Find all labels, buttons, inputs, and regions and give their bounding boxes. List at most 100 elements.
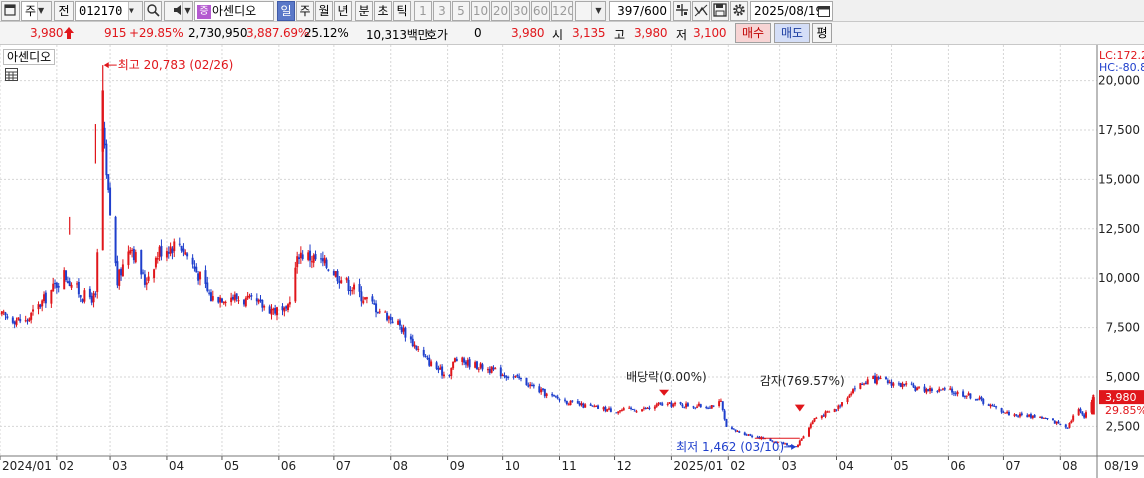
market-select[interactable]: 주 ▼ [21,1,52,21]
candle-body [807,427,810,437]
period-minute-button[interactable]: 분 [355,1,373,21]
candle-body [666,403,669,405]
period-month-button[interactable]: 월 [315,1,333,21]
candle-body [92,293,95,303]
stock-code-input[interactable]: 012170 ▼ [75,1,143,21]
candle-body [850,393,853,396]
candle-body [905,383,908,385]
data-count-input[interactable]: 397/600 [609,1,671,21]
interval-10-button[interactable]: 10 [471,1,490,21]
x-tick-label: 08/19 [1104,459,1139,473]
candle-body [76,283,79,285]
candle-body [686,403,689,407]
date-input[interactable]: 2025/08/19 [750,1,833,21]
candle-body [140,250,143,275]
window-icon [4,4,16,16]
period-week-button[interactable]: 주 [296,1,314,21]
candle-body [109,187,112,216]
buy-button[interactable]: 매수 [735,23,771,43]
gear-icon [733,4,745,16]
candle-body [540,389,543,393]
period-day-button[interactable]: 일 [277,1,295,21]
settings-button[interactable] [730,1,748,21]
sound-button[interactable]: ▼ [164,1,193,21]
candle-body [1026,415,1029,418]
interval-20-button[interactable]: 20 [491,1,510,21]
price-chart[interactable]: 최고 20,783 (02/26) 최저 1,462 (03/10) 배당락(0.0… [0,45,1144,478]
candle-body [606,409,609,412]
candle-body [268,306,271,314]
candle-body [576,401,579,404]
interval-5-button[interactable]: 5 [452,1,470,21]
candle-body [558,399,561,401]
candle-body [644,408,647,410]
crosshair-button[interactable] [673,1,691,21]
grid-lines [0,45,1097,456]
period-second-button[interactable]: 초 [374,1,392,21]
data-table-icon[interactable] [5,68,18,81]
interval-1-button[interactable]: 1 [414,1,432,21]
candle-body [233,294,236,301]
candle-body [255,298,258,302]
candle-body [325,259,328,268]
candle-body [272,308,275,311]
candle-body [250,295,253,297]
candle-body [940,389,943,391]
trendline-button[interactable] [692,1,710,21]
candle-body [197,273,200,281]
interval-custom-input[interactable]: ▼ [575,1,606,21]
plot-background [0,45,1097,456]
eval-button[interactable]: 평 [812,23,832,43]
candle-body [796,444,799,447]
candle-body [474,362,477,368]
arrow-up-icon [64,27,74,39]
volume: 2,730,950 [188,26,248,40]
volume-pct: 3,887.69% [246,26,310,40]
candle-body [389,316,392,321]
candle-body [453,358,456,362]
candle-body [1079,408,1082,412]
chart-legend[interactable]: 아센디오 [3,49,56,65]
chevron-down-icon: ▼ [128,2,142,20]
candle-body [39,304,42,307]
candle-body [822,415,825,417]
sell-button[interactable]: 매도 [774,23,810,43]
candle-body [826,411,829,413]
interval-30-button[interactable]: 30 [511,1,530,21]
x-tick-label: 05 [894,459,909,473]
candle-body [404,327,407,338]
candle-body [820,415,823,419]
interval-3-button[interactable]: 3 [433,1,451,21]
period-year-button[interactable]: 년 [334,1,352,21]
candle-body [134,252,137,263]
dividend-annotation: 배당락(0.00%) [626,370,707,384]
candle-body [204,270,207,284]
candle-body [1044,418,1047,420]
candle-body [131,249,134,251]
candle-body [114,216,117,264]
save-button[interactable] [711,1,729,21]
company-name-field[interactable]: 증 아센디오 [194,1,274,21]
candle-body [477,368,480,370]
candle-body [593,406,596,408]
prev-button[interactable]: 전 [54,1,74,21]
candle-body [597,405,600,409]
window-icon-button[interactable] [1,1,20,21]
candle-body [287,304,290,311]
candle-body [1091,397,1095,415]
candle-body [567,404,570,406]
search-button[interactable] [144,1,162,21]
candle-body [435,362,438,369]
candle-body [861,383,864,385]
candle-body [569,400,572,406]
candle-body [743,432,746,436]
candle-body [402,328,405,332]
calendar-icon[interactable] [818,5,830,17]
interval-120-button[interactable]: 120 [551,1,573,21]
candle-body [628,407,631,409]
candlestick-chart-svg[interactable]: 최고 20,783 (02/26) 최저 1,462 (03/10) 배당락(0.0… [0,45,1144,478]
y-tick-label: 17,500 [1098,123,1140,137]
period-tick-button[interactable]: 틱 [393,1,411,21]
interval-60-button[interactable]: 60 [531,1,550,21]
candle-body [705,406,708,408]
